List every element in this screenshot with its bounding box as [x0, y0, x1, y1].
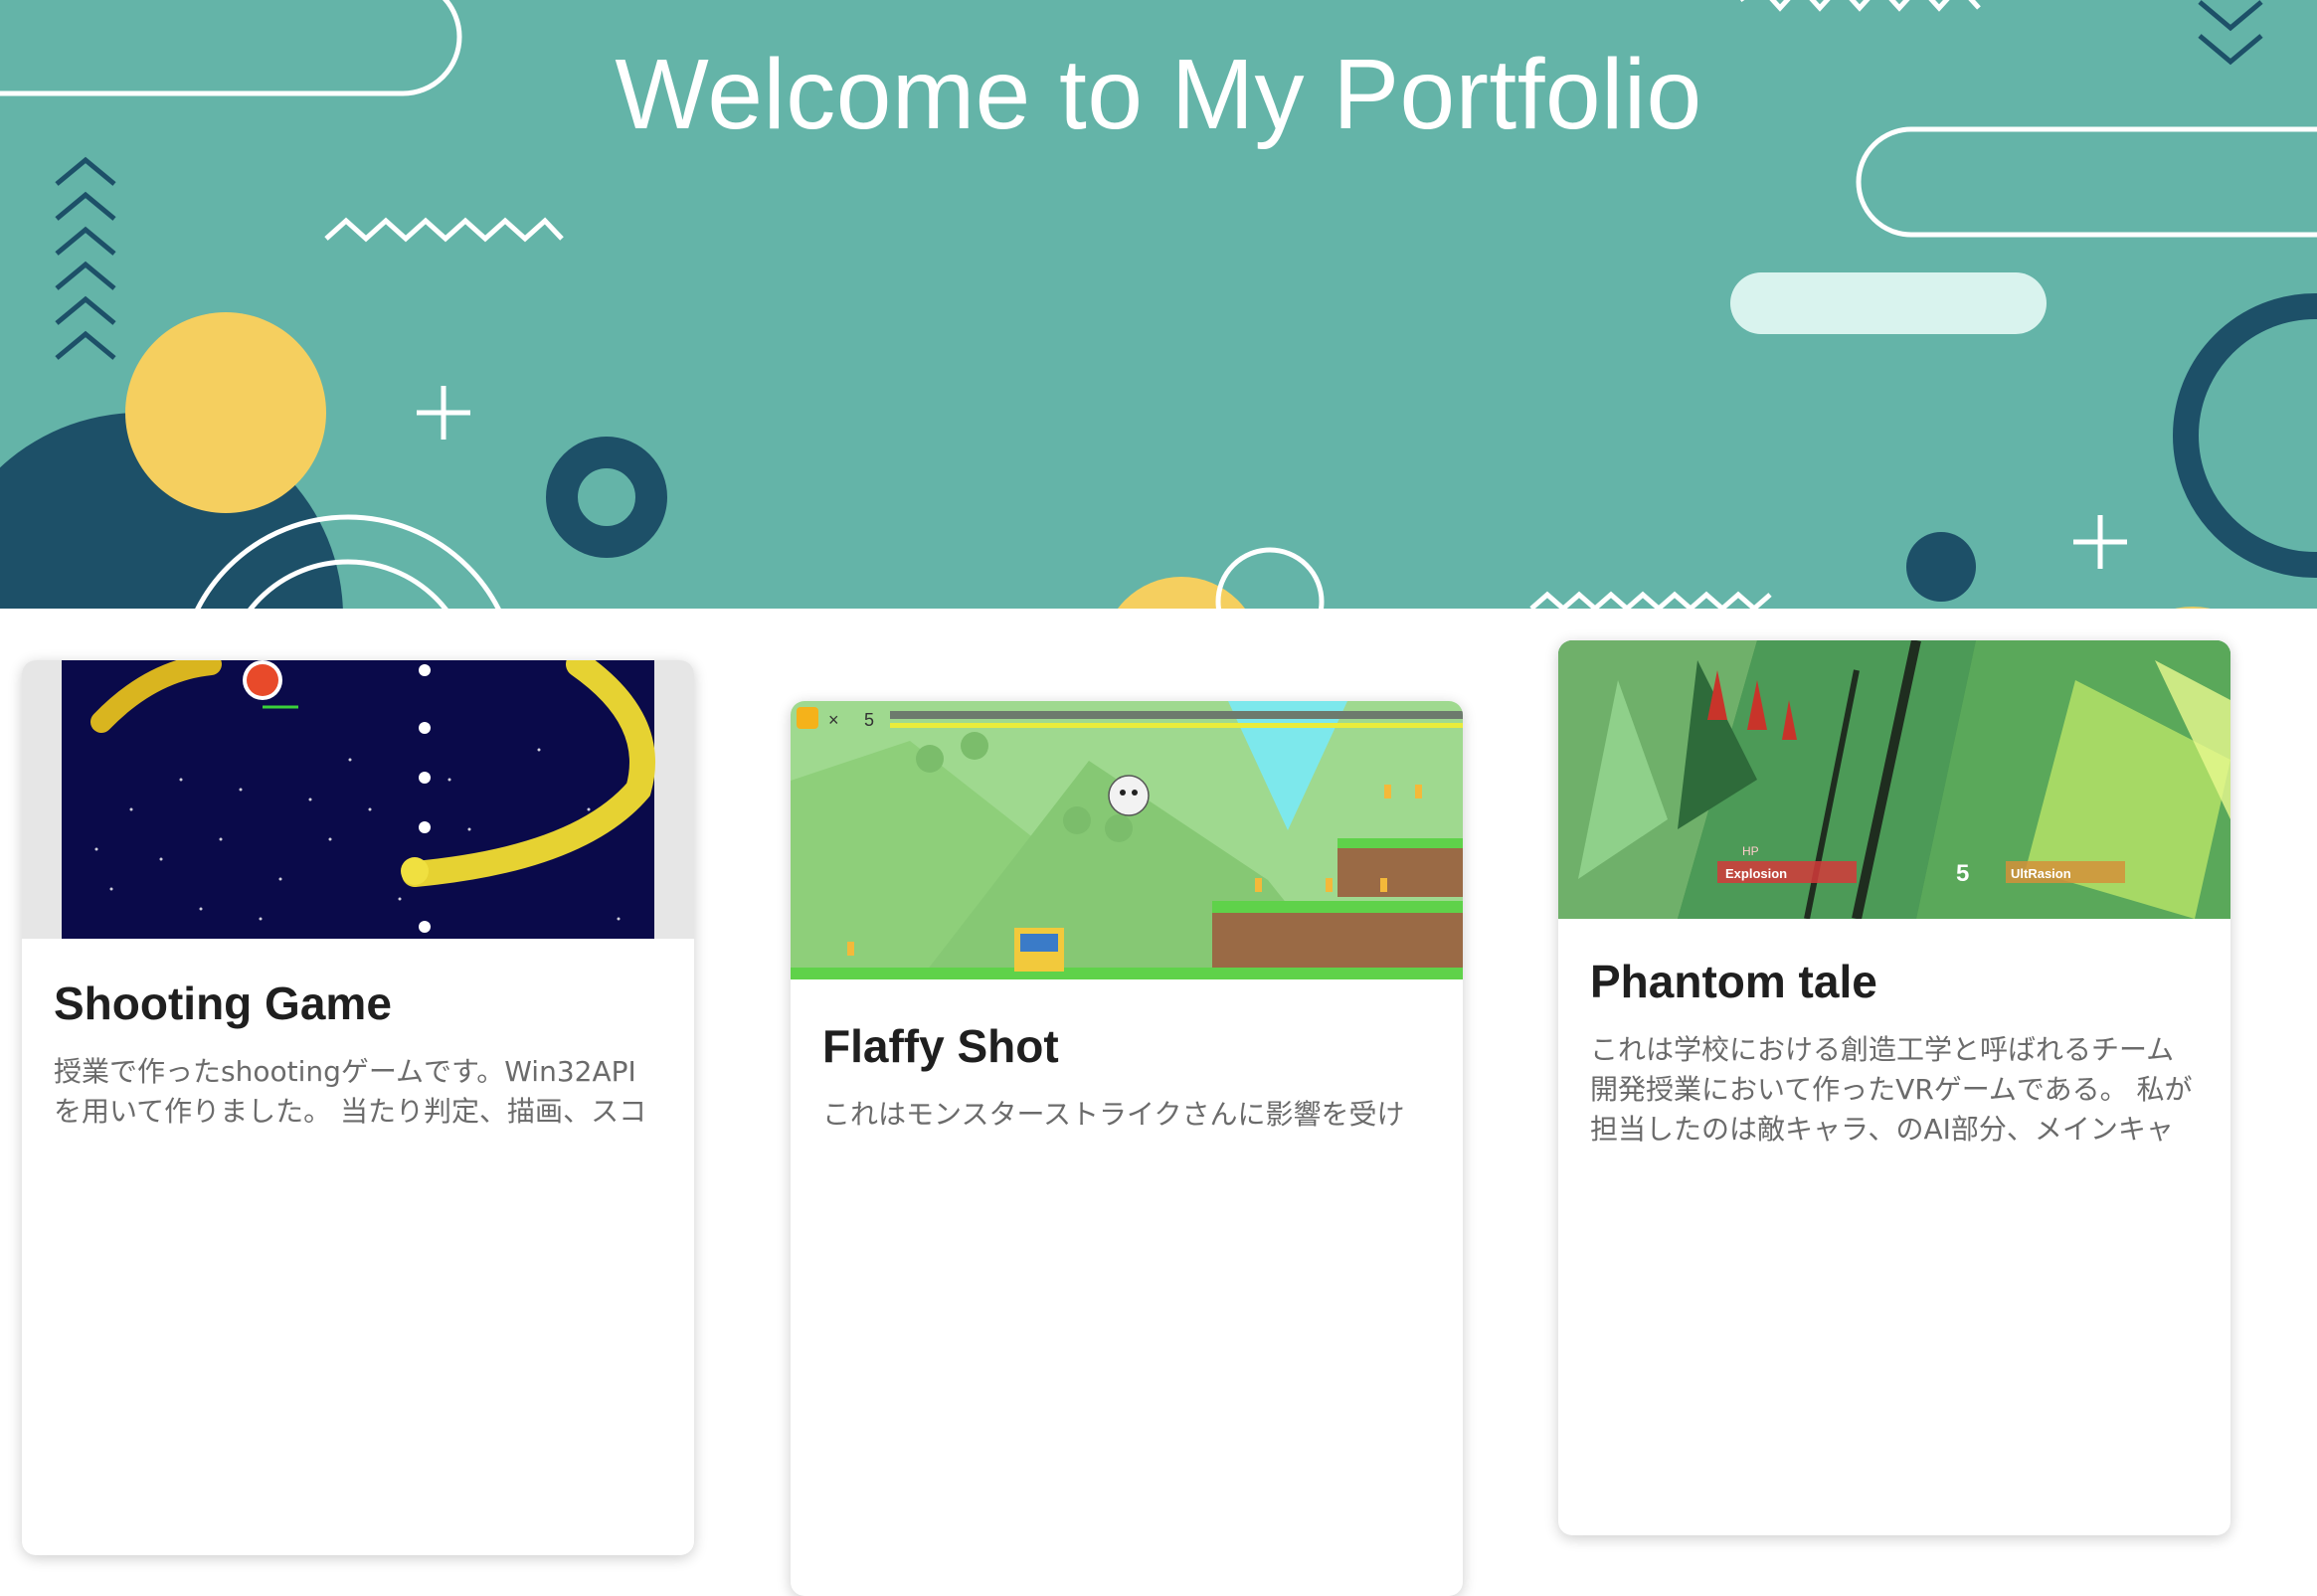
- plus-icon: [417, 386, 470, 440]
- hp-label: HP: [1742, 844, 1759, 858]
- phantom-tale-screenshot-icon: HP Explosion 5 UltRasion: [1558, 640, 2230, 919]
- coin-count: 5: [864, 710, 874, 730]
- project-title: Shooting Game: [54, 977, 392, 1029]
- project-card-shooting-game[interactable]: Shooting Game 授業で作ったshootingゲームです。Win32A…: [22, 660, 694, 1555]
- project-description: これはモンスターストライクさんに影響を受け: [822, 1098, 1405, 1131]
- skill-right-label: UltRasion: [2011, 866, 2071, 881]
- hero-banner: Welcome to My Portfolio: [0, 0, 2317, 609]
- project-card-flaffy-shot[interactable]: × 5 Flaffy Shot これはモンスターストライクさんに影響を受け: [791, 701, 1463, 1596]
- coin-multiplier: ×: [828, 710, 839, 730]
- plus-icon: [2073, 515, 2127, 569]
- shooting-game-screenshot-icon: [22, 660, 694, 939]
- skill-left-label: Explosion: [1725, 866, 1787, 881]
- page-title: Welcome to My Portfolio: [615, 39, 1702, 150]
- project-title: Phantom tale: [1590, 956, 1877, 1007]
- project-title: Flaffy Shot: [822, 1020, 1059, 1072]
- flaffy-shot-screenshot-icon: × 5: [791, 701, 1463, 979]
- skill-count: 5: [1956, 860, 1969, 887]
- chevron-stack-icon: [55, 156, 116, 360]
- project-description: 授業で作ったshootingゲームです。Win32APIを用いて作りました。 当…: [54, 1055, 647, 1128]
- project-list: Shooting Game 授業で作ったshootingゲームです。Win32A…: [0, 609, 2317, 1596]
- project-description: これは学校における創造工学と呼ばれるチーム開発授業において作ったVRゲームである…: [1590, 1033, 2193, 1146]
- project-card-phantom-tale[interactable]: HP Explosion 5 UltRasion Phantom tale これ…: [1558, 640, 2230, 1535]
